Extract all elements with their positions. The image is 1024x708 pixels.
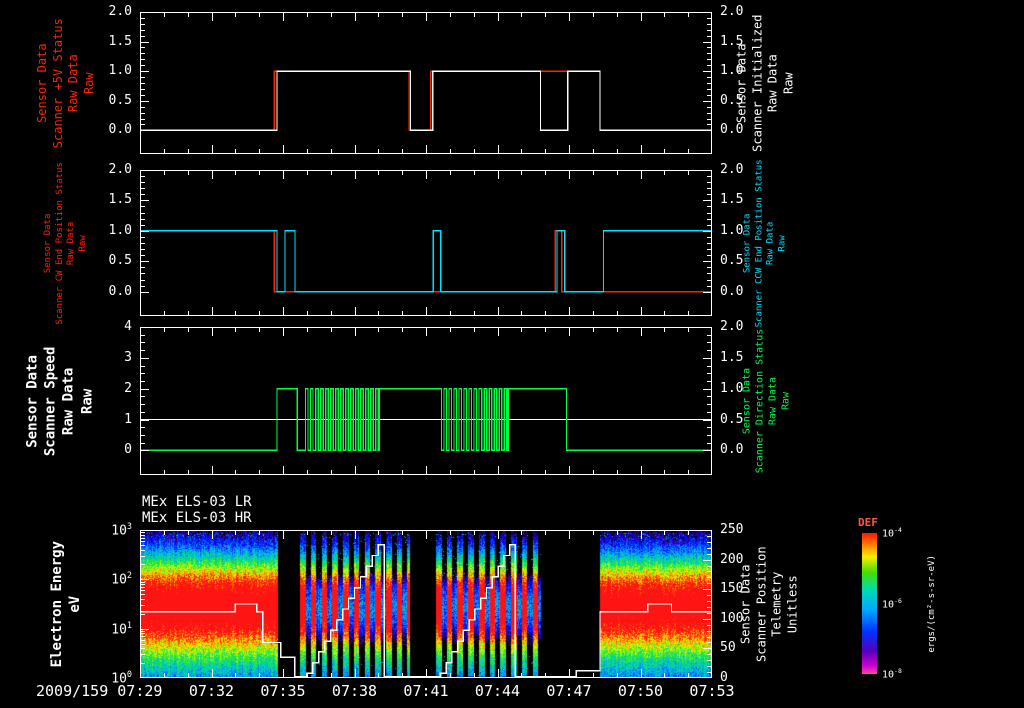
ytick-label: 200	[720, 552, 782, 567]
scanner-ccw-end-position-raw	[140, 231, 712, 292]
panel-scanner-speed	[140, 327, 712, 475]
ytick-label: 1.5	[70, 192, 132, 207]
ytick-label: 1.5	[70, 34, 132, 49]
ylabel-electron-energy-text: Electron Energy eV	[48, 541, 84, 667]
xtick-label: 07:41	[391, 682, 461, 700]
xtick-label: 2009/159 07:29	[36, 682, 162, 700]
ytick-label: 0.0	[70, 284, 132, 299]
panel-scanner-end-position-status	[140, 170, 712, 316]
colorbar-tick-label: 10-8	[882, 667, 902, 680]
ytick-label: 0.0	[720, 122, 782, 137]
ytick-label: 102	[70, 570, 132, 587]
xtick-label: 07:50	[606, 682, 676, 700]
ytick-label: 1.0	[70, 223, 132, 238]
ytick-label: 101	[70, 620, 132, 637]
xtick-label: 07:32	[177, 682, 247, 700]
ylabel-scanner-ccw-end-position-text: Sensor Data Scanner CCW End Position Sta…	[743, 159, 790, 327]
spectrogram-titles: MEx ELS-03 LR MEx ELS-03 HR	[142, 494, 252, 526]
colorbar-tick-label: 10-4	[882, 526, 902, 539]
colorbar	[862, 533, 877, 674]
colorbar-title: DEF	[858, 516, 878, 529]
ytick-label: 0.0	[720, 284, 782, 299]
scanner-cw-end-position-raw	[140, 231, 712, 292]
ytick-label: 1.5	[720, 34, 782, 49]
plot-overlay	[140, 12, 712, 154]
plot-overlay	[140, 530, 712, 678]
plot-border	[141, 531, 712, 678]
ytick-label: 1.5	[720, 350, 782, 365]
ytick-label: 0.5	[70, 253, 132, 268]
ylabel-scanner-cw-end-position-text: Sensor Data Scanner CW End Position Stat…	[43, 162, 90, 325]
scanner-initialized-raw	[140, 71, 712, 130]
ytick-label: 2	[70, 381, 132, 396]
ytick-label: 50	[720, 640, 782, 655]
plot-overlay	[140, 170, 712, 316]
ytick-label: 0	[70, 442, 132, 457]
ytick-label: 0.5	[720, 412, 782, 427]
ytick-label: 0.0	[720, 442, 782, 457]
ytick-label: 0.5	[720, 93, 782, 108]
plot-border	[141, 328, 712, 475]
ytick-label: 100	[720, 611, 782, 626]
colorbar-tick-label: 10-6	[882, 597, 902, 610]
xtick-label: 07:47	[534, 682, 604, 700]
xtick-label: 07:38	[320, 682, 390, 700]
xtick-label: 07:44	[463, 682, 533, 700]
ytick-label: 3	[70, 350, 132, 365]
ytick-label: 250	[720, 522, 782, 537]
ytick-label: 1	[70, 412, 132, 427]
colorbar-unit-label: ergs/(cm²-s-sr-eV)	[916, 531, 950, 676]
ytick-label: 1.0	[720, 381, 782, 396]
ytick-label: 2.0	[720, 162, 782, 177]
panel-scanner-5v-status	[140, 12, 712, 154]
panel-els-spectrogram	[140, 530, 712, 678]
ytick-label: 2.0	[70, 162, 132, 177]
ytick-label: 1.0	[70, 63, 132, 78]
scanner-position-telemetry	[140, 545, 712, 677]
ytick-label: 1.0	[720, 63, 782, 78]
ytick-label: 1.5	[720, 192, 782, 207]
ytick-label: 2.0	[720, 4, 782, 19]
ytick-label: 0.0	[70, 122, 132, 137]
tplot-window: Sensor Data Scanner +5V Status Raw Data …	[0, 0, 1024, 708]
ytick-label: 2.0	[720, 319, 782, 334]
ylabel-electron-energy: Electron Energy eV	[26, 530, 106, 678]
colorbar-unit-label-text: ergs/(cm²-s-sr-eV)	[927, 555, 939, 653]
title-els-hr: MEx ELS-03 HR	[142, 510, 252, 526]
plot-overlay	[140, 327, 712, 475]
scanner-5v-status-raw	[140, 71, 712, 130]
xtick-label: 07:53	[677, 682, 747, 700]
plot-border	[141, 171, 712, 316]
ytick-label: 2.0	[70, 4, 132, 19]
ytick-label: 103	[70, 521, 132, 538]
title-els-lr: MEx ELS-03 LR	[142, 494, 252, 510]
ytick-label: 0.5	[720, 253, 782, 268]
ytick-label: 1.0	[720, 223, 782, 238]
plot-border	[141, 13, 712, 154]
ytick-label: 0.5	[70, 93, 132, 108]
xtick-label: 07:35	[248, 682, 318, 700]
ytick-label: 4	[70, 319, 132, 334]
ytick-label: 150	[720, 581, 782, 596]
